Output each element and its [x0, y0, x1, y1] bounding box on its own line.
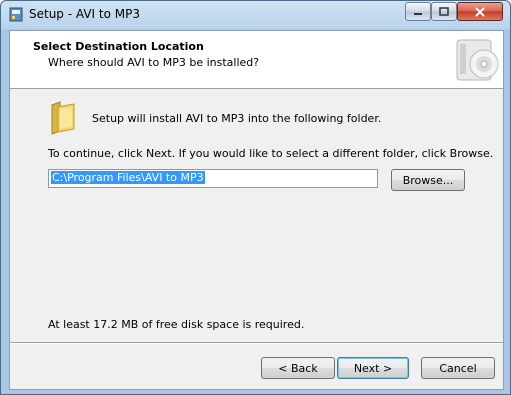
- setup-app-icon: [9, 7, 23, 22]
- minimize-icon: [414, 12, 422, 15]
- destination-path-input[interactable]: C:\Program Files\AVI to MP3: [48, 169, 378, 188]
- folder-icon: [51, 101, 75, 135]
- install-intro-text: Setup will install AVI to MP3 into the f…: [92, 112, 382, 125]
- title-bar[interactable]: Setup - AVI to MP3: [1, 1, 510, 29]
- disk-space-text: At least 17.2 MB of free disk space is r…: [48, 318, 305, 331]
- maximize-button[interactable]: [431, 2, 457, 21]
- setup-window: Setup - AVI to MP3 Select Destination Lo…: [0, 0, 511, 395]
- browse-button[interactable]: Browse...: [391, 169, 465, 191]
- setup-disc-box-icon: [456, 39, 499, 81]
- close-button[interactable]: [457, 2, 503, 21]
- back-button[interactable]: < Back: [261, 357, 335, 379]
- maximize-icon: [439, 7, 449, 16]
- window-title: Setup - AVI to MP3: [29, 7, 140, 21]
- instruction-text: To continue, click Next. If you would li…: [48, 147, 494, 160]
- minimize-button[interactable]: [405, 2, 431, 21]
- cancel-button[interactable]: Cancel: [421, 357, 495, 379]
- footer-divider: [10, 342, 503, 344]
- destination-path-value: C:\Program Files\AVI to MP3: [51, 171, 205, 184]
- dialog-client-area: Select Destination Location Where should…: [9, 30, 504, 390]
- page-title: Select Destination Location: [33, 40, 204, 53]
- page-subtitle: Where should AVI to MP3 be installed?: [48, 56, 260, 69]
- next-button[interactable]: Next >: [337, 357, 409, 379]
- close-icon: [475, 6, 485, 17]
- wizard-header: Select Destination Location Where should…: [10, 31, 503, 89]
